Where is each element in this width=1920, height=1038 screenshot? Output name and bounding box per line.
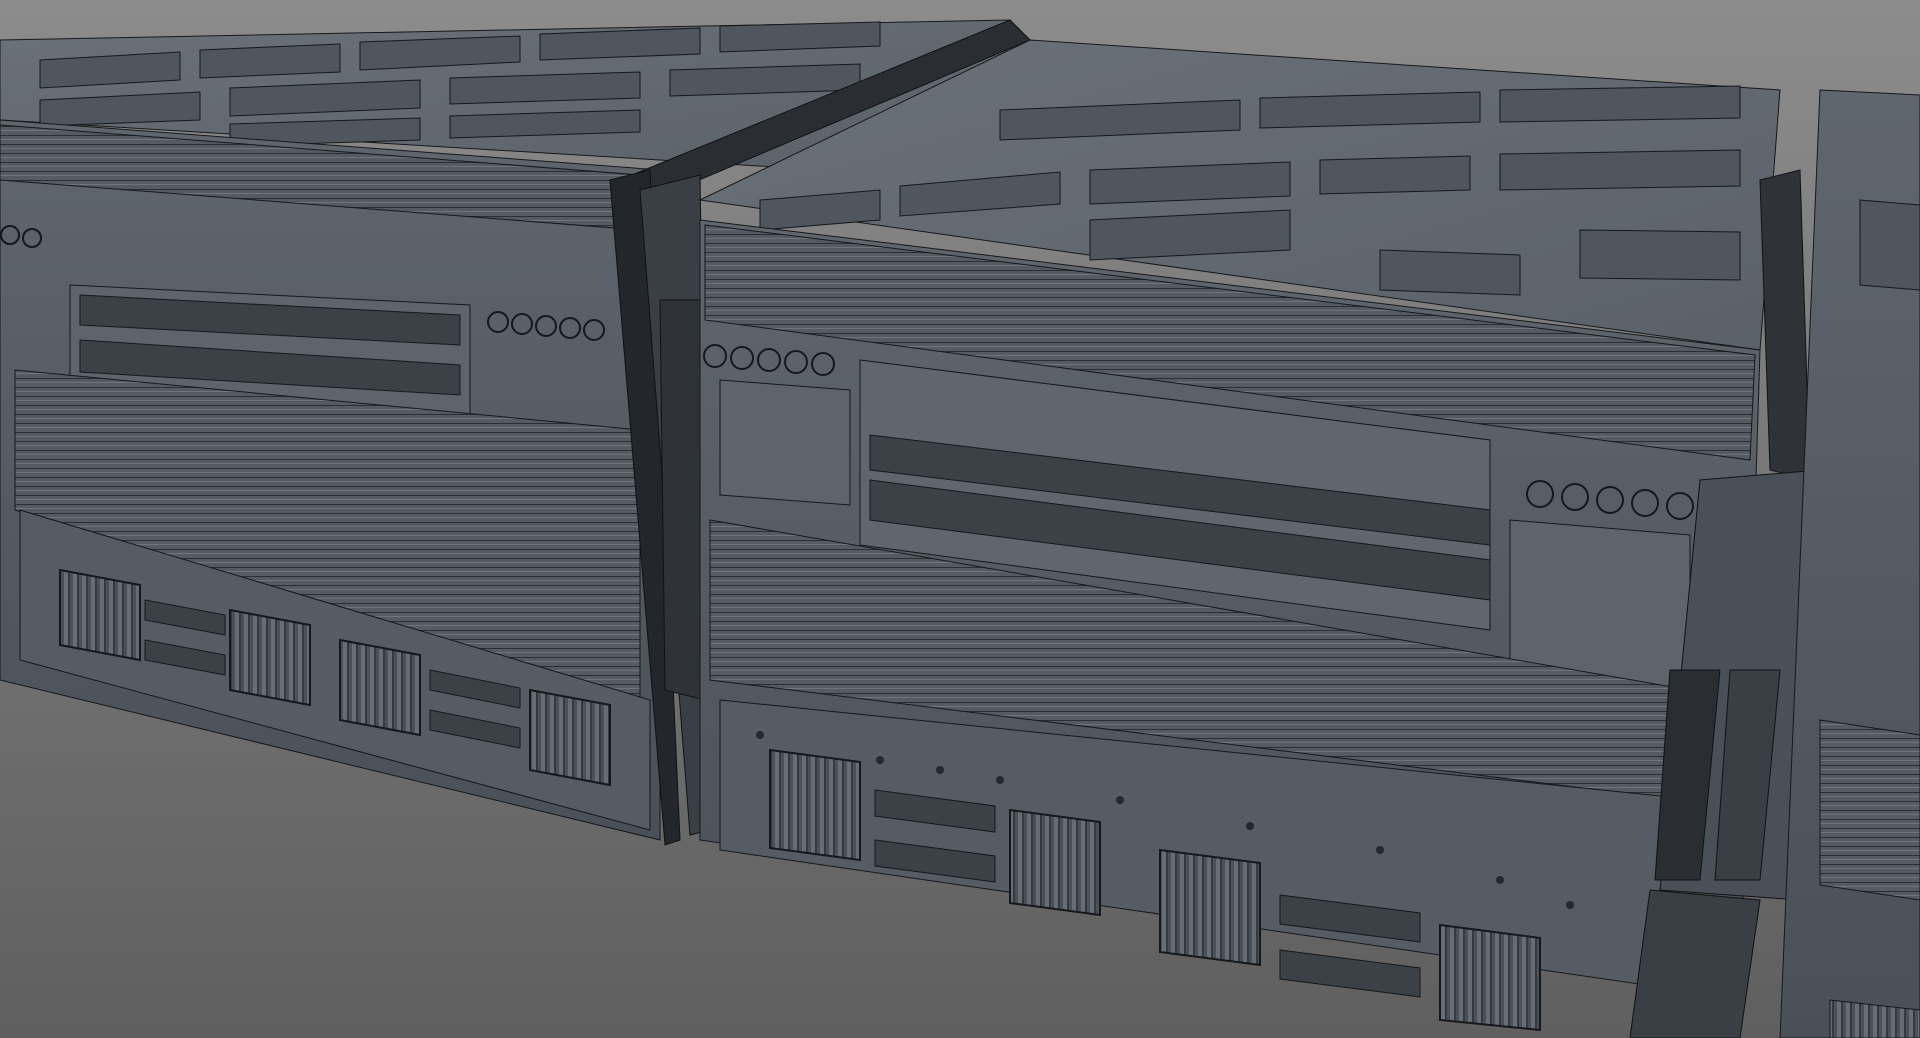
3d-viewport[interactable] <box>0 0 1920 1038</box>
wireframe-model <box>0 0 1920 1038</box>
